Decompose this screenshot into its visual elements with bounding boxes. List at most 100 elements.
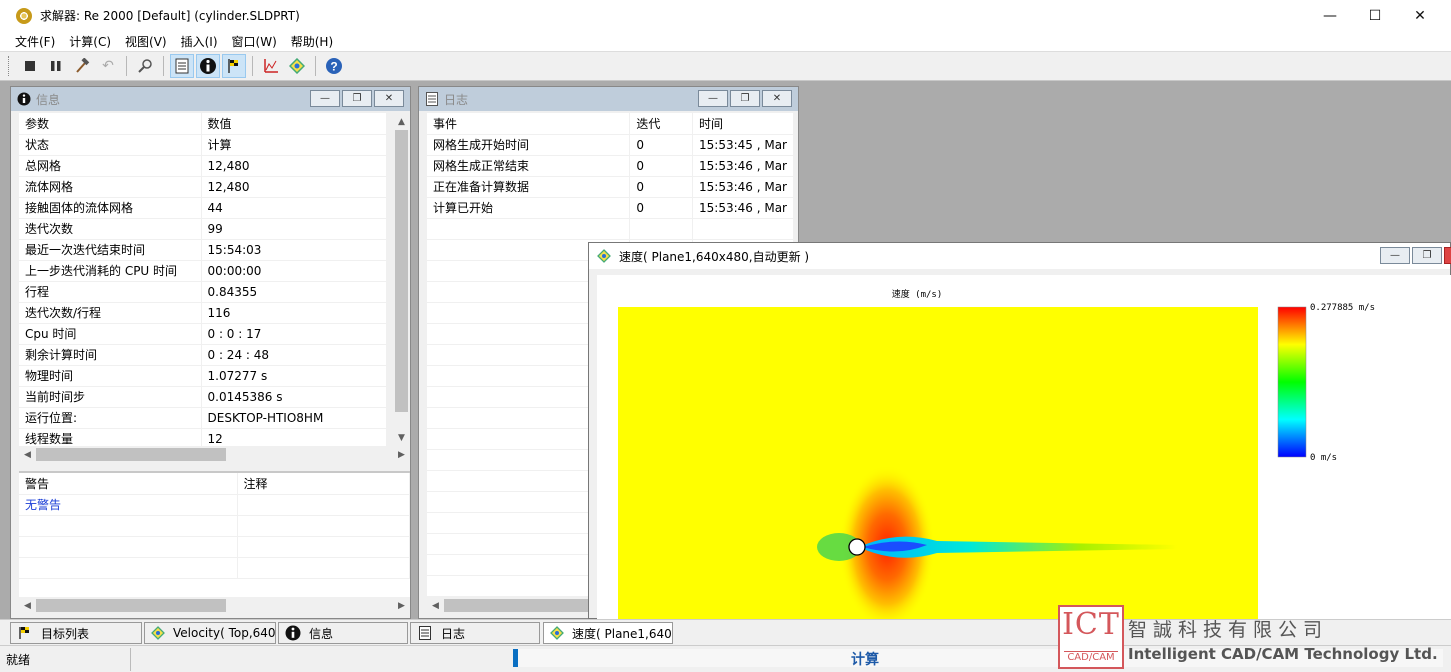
status-text: 就绪 [6,653,31,667]
column-header-value[interactable]: 数值 [201,113,387,135]
parameter-name: 行程 [19,281,202,303]
close-button[interactable]: ✕ [374,90,404,107]
scroll-thumb[interactable] [395,130,408,412]
menu-help[interactable]: 帮助(H) [284,33,340,50]
close-button[interactable]: ✕ [762,90,792,107]
column-header-comment[interactable]: 注释 [237,473,410,495]
menu-window[interactable]: 窗口(W) [225,33,284,50]
close-button[interactable]: ✕ [1397,0,1443,31]
menu-bar: 文件(F) 计算(C) 视图(V) 插入(I) 窗口(W) 帮助(H) [0,31,1451,51]
table-row[interactable]: 网格生成正常结束 0 15:53:46 , Mar [427,155,794,177]
scroll-thumb[interactable] [444,599,589,612]
menu-insert[interactable]: 插入(I) [174,33,225,50]
maximize-button[interactable]: ☐ [1352,0,1398,31]
empty-row [427,218,794,240]
table-row[interactable]: 线程数量 12 [19,428,387,446]
toolbar-grip[interactable] [8,56,11,76]
table-row[interactable]: 计算已开始 0 15:53:46 , Mar [427,197,794,219]
plot-title: 速度 (m/s) [892,288,943,300]
column-header-iteration[interactable]: 迭代 [629,113,694,135]
velocity-plot-titlebar[interactable]: 速度( Plane1,640x480,自动更新 ) — ❐ [589,243,1451,269]
svg-text:?: ? [330,60,337,74]
tab-goals-list[interactable]: 目标列表 [10,622,142,644]
minimize-button[interactable]: — [698,90,728,107]
menu-view[interactable]: 视图(V) [118,33,174,50]
velocity-plot-canvas[interactable]: 速度 (m/s) 0.277885 m/s 0 m/s [597,275,1451,629]
menu-calculation[interactable]: 计算(C) [62,33,118,50]
parameter-name: 线程数量 [19,428,202,446]
scroll-left-arrow[interactable]: ◀ [19,597,36,614]
table-row[interactable]: 正在准备计算数据 0 15:53:46 , Mar [427,176,794,198]
stop-icon[interactable] [18,54,42,78]
scroll-up-arrow[interactable]: ▲ [393,113,410,130]
table-row[interactable]: 总网格 12,480 [19,155,387,177]
scroll-right-arrow[interactable]: ▶ [393,446,410,463]
toolbar: ↶ ? [0,51,1451,81]
probe-icon[interactable] [133,54,157,78]
progress-label: 计算 [851,652,879,668]
table-row[interactable]: 迭代次数/行程 116 [19,302,387,324]
pause-icon[interactable] [44,54,68,78]
table-row[interactable]: 剩余计算时间 0 : 24 : 48 [19,344,387,366]
table-row[interactable]: 接触固体的流体网格 44 [19,197,387,219]
table-row[interactable]: 网格生成开始时间 0 15:53:45 , Mar [427,134,794,156]
info-panel-titlebar[interactable]: 信息 — ❐ ✕ [11,87,410,111]
cutplot-icon[interactable] [285,54,309,78]
info-panel: 信息 — ❐ ✕ 参数 数值 状态 计算 总网格 12,480 流体网格 12,480 接触… [10,86,411,619]
plot-icon[interactable] [259,54,283,78]
tab-log[interactable]: 日志 [410,622,540,644]
restore-button[interactable]: ❐ [342,90,372,107]
horizontal-scrollbar[interactable]: ◀ [427,597,594,614]
table-row[interactable]: Cpu 时间 0 : 0 : 17 [19,323,387,345]
tab-velocity-plane1[interactable]: 速度( Plane1,640x4 [543,622,673,644]
event-iteration: 0 [629,176,694,198]
log-icon[interactable] [170,54,194,78]
goals-flag-icon[interactable] [222,54,246,78]
tab-velocity-top[interactable]: Velocity( Top,640x480 [144,622,276,644]
column-header-event[interactable]: 事件 [427,113,631,135]
table-row[interactable]: 运行位置: DESKTOP-HTIO8HM [19,407,387,429]
tab-info[interactable]: 信息 [278,622,408,644]
info-icon[interactable] [196,54,220,78]
table-row[interactable]: 迭代次数 99 [19,218,387,240]
vertical-scrollbar[interactable]: ▲ ▼ [393,113,410,446]
table-row[interactable]: 行程 0.84355 [19,281,387,303]
scroll-thumb[interactable] [36,448,226,461]
table-row[interactable]: 最近一次迭代结束时间 15:54:03 [19,239,387,261]
scroll-left-arrow[interactable]: ◀ [19,446,36,463]
restore-button[interactable]: ❐ [730,90,760,107]
tab-label: 目标列表 [41,626,90,641]
scroll-thumb[interactable] [36,599,226,612]
column-header-warning[interactable]: 警告 [19,473,238,495]
table-row[interactable]: 物理时间 1.07277 s [19,365,387,387]
cutplot-icon [550,626,564,640]
menu-file[interactable]: 文件(F) [8,33,62,50]
restore-button[interactable]: ❐ [1412,247,1442,264]
parameter-name: 总网格 [19,155,202,177]
horizontal-scrollbar[interactable]: ◀ ▶ [19,446,410,463]
close-button[interactable] [1444,247,1451,264]
hammer-icon[interactable] [70,54,94,78]
log-panel-titlebar[interactable]: 日志 — ❐ ✕ [419,87,798,111]
parameter-value: 12 [201,428,387,446]
table-row[interactable]: 状态 计算 [19,134,387,156]
parameter-value: 0.84355 [201,281,387,303]
parameter-name: 上一步迭代消耗的 CPU 时间 [19,260,202,282]
column-header-time[interactable]: 时间 [692,113,794,135]
table-row[interactable]: 流体网格 12,480 [19,176,387,198]
minimize-button[interactable]: — [310,90,340,107]
parameter-value: 15:54:03 [201,239,387,261]
horizontal-scrollbar[interactable]: ◀ ▶ [19,597,410,614]
minimize-button[interactable]: — [1380,247,1410,264]
minimize-button[interactable]: — [1307,0,1353,31]
refresh-icon[interactable]: ↶ [96,54,120,78]
help-icon[interactable]: ? [322,54,346,78]
table-row[interactable]: 当前时间步 0.0145386 s [19,386,387,408]
column-header-parameter[interactable]: 参数 [19,113,202,135]
scroll-left-arrow[interactable]: ◀ [427,597,444,614]
scroll-right-arrow[interactable]: ▶ [393,597,410,614]
scroll-down-arrow[interactable]: ▼ [393,429,410,446]
table-row[interactable]: 无警告 [19,494,410,516]
table-row[interactable]: 上一步迭代消耗的 CPU 时间 00:00:00 [19,260,387,282]
event-name: 计算已开始 [427,197,631,219]
